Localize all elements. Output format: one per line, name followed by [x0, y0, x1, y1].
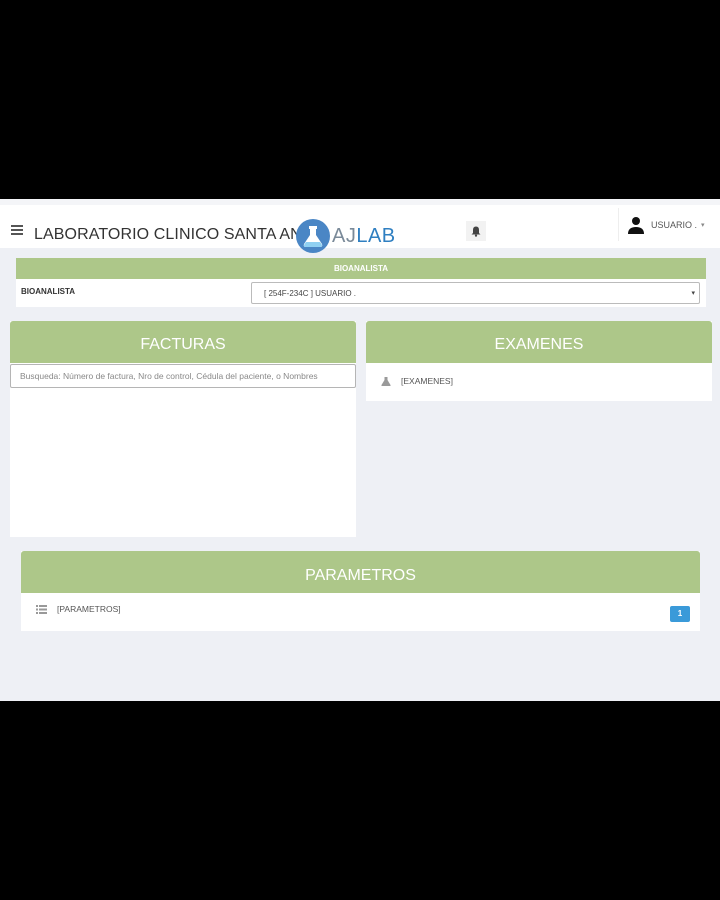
examenes-item-label: [EXAMENES]: [401, 376, 453, 386]
bell-icon[interactable]: [466, 221, 486, 241]
logo-aj-text: AJ: [332, 224, 357, 247]
logo-text: AJLAB: [332, 225, 396, 248]
list-icon: [36, 604, 47, 614]
bioanalista-label: BIOANALISTA: [21, 287, 76, 296]
user-name: USUARIO .: [651, 219, 698, 230]
facturas-title: FACTURAS: [10, 321, 356, 363]
hamburger-menu-icon[interactable]: [11, 225, 23, 235]
chevron-down-icon: ▾: [701, 221, 705, 229]
flask-logo-icon: [296, 219, 330, 253]
lab-title: LABORATORIO CLINICO SANTA ANA: [34, 226, 313, 243]
bioanalista-panel: BIOANALISTA BIOANALISTA [ 254F-234C ] US…: [16, 258, 706, 307]
bioanalista-select[interactable]: [ 254F-234C ] USUARIO . ▾: [251, 282, 700, 304]
ajlab-logo: AJLAB: [296, 219, 396, 253]
user-menu[interactable]: USUARIO . ▾: [618, 208, 712, 241]
user-icon: [628, 216, 644, 234]
parametros-item[interactable]: [PARAMETROS]: [36, 604, 121, 614]
app-screen: LABORATORIO CLINICO SANTA ANA AJLAB USUA…: [0, 199, 720, 701]
examenes-title: EXAMENES: [366, 321, 712, 363]
parametros-title: PARAMETROS: [21, 551, 700, 593]
logo-lab-text: LAB: [356, 224, 396, 247]
examenes-item[interactable]: [EXAMENES]: [381, 376, 453, 386]
examenes-panel: EXAMENES [EXAMENES]: [366, 321, 712, 401]
flask-icon: [381, 376, 391, 386]
parametros-item-label: [PARAMETROS]: [57, 604, 121, 614]
bioanalista-panel-title: BIOANALISTA: [16, 258, 706, 279]
facturas-panel: FACTURAS Busqueda: Número de factura, Nr…: [10, 321, 356, 537]
top-navbar: LABORATORIO CLINICO SANTA ANA AJLAB: [0, 205, 720, 253]
parametros-panel: PARAMETROS [PARAMETROS] 1: [21, 551, 700, 631]
facturas-search-input[interactable]: Busqueda: Número de factura, Nro de cont…: [10, 364, 356, 388]
chevron-down-icon: ▾: [691, 290, 695, 297]
parametros-count-badge: 1: [670, 606, 690, 622]
bioanalista-selected-value: [ 254F-234C ] USUARIO .: [264, 289, 357, 298]
